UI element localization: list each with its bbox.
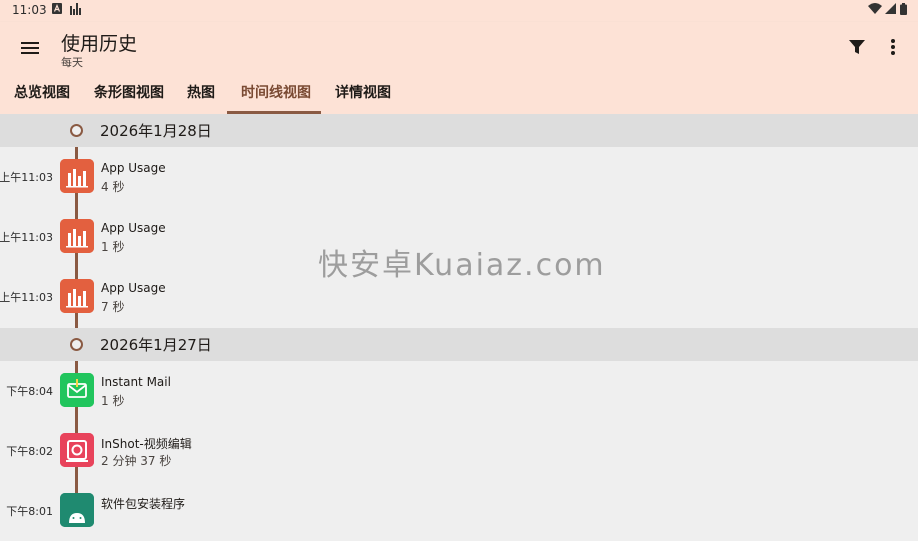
tab-overview[interactable]: 总览视图 bbox=[14, 72, 70, 114]
signal-icon bbox=[885, 3, 896, 17]
entry-time: 下午8:02 bbox=[6, 445, 53, 458]
entry-duration: 4 秒 bbox=[101, 180, 125, 194]
page-subtitle: 每天 bbox=[61, 56, 83, 69]
watermark: 快安卓Kuaiaz.com bbox=[318, 248, 606, 283]
tab-bar-chart[interactable]: 条形图视图 bbox=[94, 72, 164, 114]
timeline-entry[interactable]: 下午8:04 Instant Mail 1 秒 bbox=[0, 361, 918, 421]
timeline-entry[interactable]: 下午8:01 软件包安装程序 bbox=[0, 481, 918, 541]
tab-bar: 总览视图 条形图视图 热图 时间线视图 详情视图 bbox=[0, 72, 918, 114]
app-usage-icon bbox=[60, 279, 94, 313]
status-time: 11:03 bbox=[12, 3, 47, 17]
entry-time: 下午8:01 bbox=[6, 505, 53, 518]
app-usage-icon bbox=[60, 159, 94, 193]
entry-app-name: InShot-视频编辑 bbox=[101, 437, 192, 451]
entry-app-name: App Usage bbox=[101, 281, 166, 295]
tab-heatmap[interactable]: 热图 bbox=[187, 72, 215, 114]
more-vert-icon[interactable] bbox=[884, 36, 902, 58]
mail-icon bbox=[60, 373, 94, 407]
bar-chart-icon bbox=[70, 3, 81, 18]
battery-icon bbox=[900, 3, 907, 18]
timeline-entry[interactable]: 下午8:02 InShot-视频编辑 2 分钟 37 秒 bbox=[0, 421, 918, 481]
tab-timeline[interactable]: 时间线视图 bbox=[241, 72, 311, 114]
timeline-node bbox=[70, 338, 83, 351]
entry-duration: 1 秒 bbox=[101, 394, 125, 408]
entry-time: 上午11:03 bbox=[0, 231, 53, 244]
wifi-icon bbox=[868, 3, 882, 17]
app-bar: 使用历史 每天 总览视图 条形图视图 热图 时间线视图 详情视图 bbox=[0, 22, 918, 115]
entry-app-name: Instant Mail bbox=[101, 375, 171, 389]
timeline-entry[interactable]: 上午11:03 App Usage 4 秒 bbox=[0, 147, 918, 207]
app-usage-icon bbox=[60, 219, 94, 253]
status-bar: 11:03 bbox=[0, 0, 918, 22]
entry-app-name: App Usage bbox=[101, 161, 166, 175]
entry-duration: 1 秒 bbox=[101, 240, 125, 254]
page-title: 使用历史 bbox=[61, 33, 138, 55]
date-label: 2026年1月27日 bbox=[100, 336, 212, 354]
entry-duration: 7 秒 bbox=[101, 300, 125, 314]
tab-details[interactable]: 详情视图 bbox=[335, 72, 391, 114]
android-icon bbox=[60, 493, 94, 527]
entry-time: 上午11:03 bbox=[0, 291, 53, 304]
filter-icon[interactable] bbox=[848, 38, 866, 56]
entry-app-name: 软件包安装程序 bbox=[101, 497, 186, 511]
date-label: 2026年1月28日 bbox=[100, 122, 212, 140]
date-header: 2026年1月28日 bbox=[0, 114, 918, 147]
notification-a-icon bbox=[52, 3, 62, 17]
menu-icon[interactable] bbox=[18, 36, 42, 60]
inshot-icon bbox=[60, 433, 94, 467]
entry-app-name: App Usage bbox=[101, 221, 166, 235]
entry-duration: 2 分钟 37 秒 bbox=[101, 454, 172, 468]
date-header: 2026年1月27日 bbox=[0, 328, 918, 361]
timeline-node bbox=[70, 124, 83, 137]
entry-time: 上午11:03 bbox=[0, 171, 53, 184]
entry-time: 下午8:04 bbox=[6, 385, 53, 398]
